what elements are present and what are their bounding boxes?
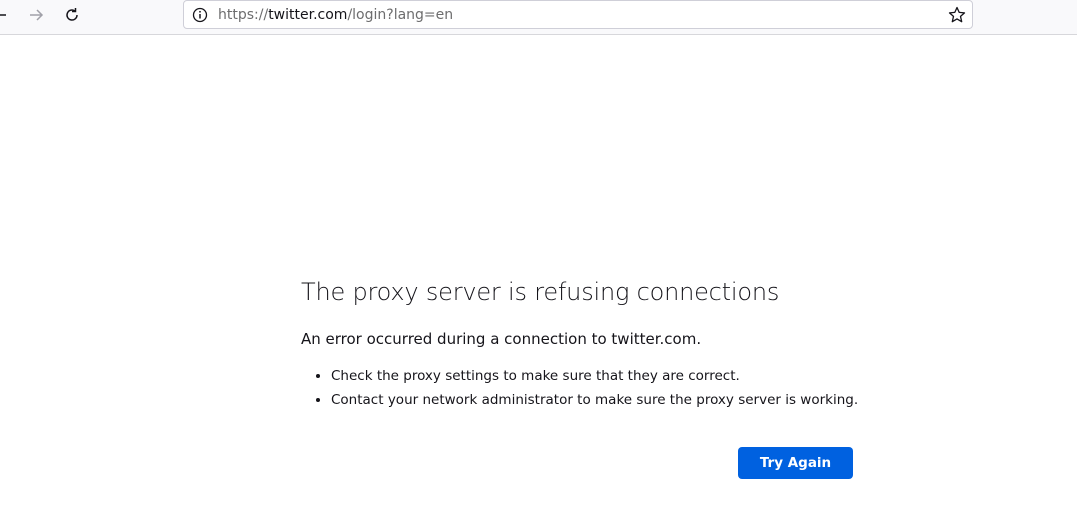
try-again-button[interactable]: Try Again: [738, 447, 853, 479]
forward-button[interactable]: [22, 3, 50, 27]
list-item: Check the proxy settings to make sure th…: [331, 364, 861, 388]
star-icon[interactable]: [948, 6, 966, 24]
error-short-description: An error occurred during a connection to…: [301, 330, 702, 348]
browser-toolbar: https://twitter.com/login?lang=en: [0, 0, 1077, 35]
url-scheme: https://: [218, 7, 269, 23]
error-page: The proxy server is refusing connections…: [301, 276, 861, 479]
url-path: /login?lang=en: [347, 7, 454, 23]
error-title: The proxy server is refusing connections: [301, 278, 780, 306]
info-icon[interactable]: [192, 7, 208, 23]
reload-icon: [66, 8, 78, 21]
button-row: Try Again: [738, 447, 853, 479]
url-bar[interactable]: https://twitter.com/login?lang=en: [183, 0, 973, 29]
back-arrow-icon: [0, 14, 6, 16]
error-suggestions-list: Check the proxy settings to make sure th…: [301, 364, 861, 412]
url-host: twitter.com: [268, 7, 348, 23]
list-item: Contact your network administrator to ma…: [331, 388, 861, 412]
back-button[interactable]: [0, 3, 14, 27]
reload-button[interactable]: [58, 3, 86, 27]
url-text[interactable]: https://twitter.com/login?lang=en: [218, 7, 453, 23]
forward-arrow-icon: [30, 9, 44, 21]
